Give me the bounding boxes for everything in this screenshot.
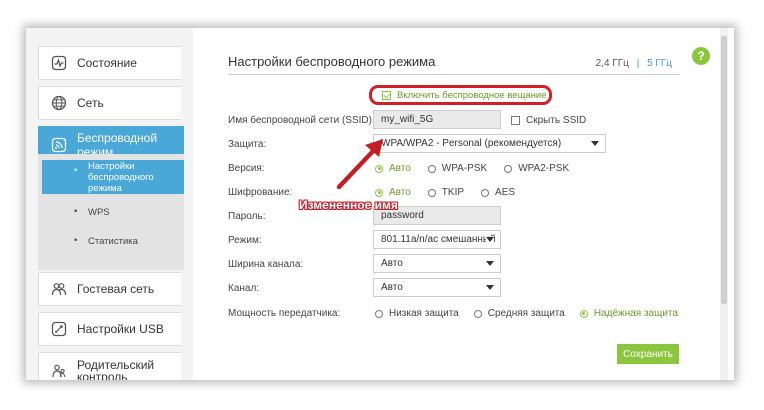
radio[interactable] bbox=[473, 309, 482, 318]
annotation-label: Измененное имя bbox=[299, 198, 398, 212]
divider bbox=[228, 74, 679, 75]
channel-width-value: Авто bbox=[381, 258, 403, 269]
sidebar-subitem-label: Настройки беспроводного режима bbox=[88, 161, 154, 194]
version-label: Версия: bbox=[228, 163, 265, 174]
sidebar-item-label: Настройки USB bbox=[77, 322, 164, 336]
radio[interactable] bbox=[481, 188, 490, 197]
sidebar-subitem-wps[interactable]: • WPS bbox=[42, 206, 184, 220]
main-content: Настройки беспроводного режима 2,4 ГГц |… bbox=[193, 28, 734, 380]
sidebar-item-network[interactable]: Сеть bbox=[38, 86, 181, 120]
channel-select[interactable]: Авто bbox=[373, 278, 501, 297]
band-separator: | bbox=[636, 58, 640, 69]
scrollbar[interactable] bbox=[720, 28, 728, 380]
radio[interactable] bbox=[427, 164, 436, 173]
sidebar-subitem-statistics[interactable]: • Статистика bbox=[42, 235, 184, 249]
mode-select[interactable]: 801.11a/n/ac смешанный bbox=[373, 230, 501, 249]
sidebar-item-label: Родительский контроль bbox=[77, 358, 155, 380]
bullet: • bbox=[74, 235, 78, 246]
channel-label: Канал: bbox=[228, 283, 260, 294]
broadcast-checkbox[interactable] bbox=[382, 90, 391, 100]
channel-width-select[interactable]: Авто bbox=[373, 254, 501, 273]
channel-width-label: Ширина канала: bbox=[228, 259, 304, 270]
radio[interactable] bbox=[427, 188, 436, 197]
bullet: • bbox=[74, 165, 78, 176]
chevron-down-icon bbox=[486, 237, 494, 242]
band-24ghz[interactable]: 2,4 ГГц bbox=[596, 58, 629, 69]
option-label: AES bbox=[495, 187, 516, 198]
wireless-submenu: • Настройки беспроводного режима • WPS •… bbox=[38, 154, 184, 270]
channel-value: Авто bbox=[381, 282, 403, 293]
sidebar-item-status[interactable]: Состояние bbox=[38, 46, 181, 80]
sidebar-subitem-label: Статистика bbox=[88, 236, 138, 247]
band-5ghz[interactable]: 5 ГГц bbox=[647, 58, 672, 69]
option-label: WPA-PSK bbox=[441, 163, 488, 174]
hide-ssid-checkbox[interactable] bbox=[511, 116, 520, 125]
sidebar-subitem-wireless-settings[interactable]: • Настройки беспроводного режима bbox=[42, 160, 184, 194]
wifi-icon bbox=[51, 137, 67, 153]
hide-ssid-option: Скрыть SSID bbox=[511, 115, 586, 126]
radio-selected[interactable] bbox=[579, 309, 588, 318]
option-label: WPA2-PSK bbox=[518, 163, 570, 174]
encryption-option-tkip[interactable]: TKIP bbox=[427, 187, 465, 198]
chevron-down-icon bbox=[486, 261, 494, 266]
option-label: Надёжная защита bbox=[593, 308, 678, 319]
chevron-down-icon bbox=[591, 141, 599, 146]
ssid-label: Имя беспроводной сети (SSID): bbox=[228, 115, 375, 126]
usb-icon bbox=[51, 321, 67, 337]
guests-icon bbox=[51, 281, 67, 297]
encryption-label: Шифрование: bbox=[228, 187, 293, 198]
option-label: Средняя защита bbox=[487, 308, 565, 319]
sidebar-item-usb[interactable]: Настройки USB bbox=[38, 312, 181, 346]
mode-label: Режим: bbox=[228, 235, 262, 246]
band-selector: 2,4 ГГц | 5 ГГц bbox=[596, 58, 672, 69]
sidebar: Состояние Сеть Беспроводной режим • Наст… bbox=[38, 40, 212, 380]
sidebar-item-label: Состояние bbox=[77, 56, 137, 70]
tx-power-radio-group: Низкая защита Средняя защита Надёжная за… bbox=[375, 308, 678, 319]
encryption-option-aes[interactable]: AES bbox=[481, 187, 515, 198]
sidebar-subitem-label: WPS bbox=[88, 207, 110, 218]
save-button[interactable]: Сохранить bbox=[617, 344, 679, 364]
status-icon bbox=[51, 55, 67, 71]
option-label: Низкая защита bbox=[389, 308, 459, 319]
radio[interactable] bbox=[375, 309, 383, 318]
security-select[interactable]: WPA/WPA2 - Personal (рекомендуется) bbox=[373, 134, 606, 153]
help-button[interactable]: ? bbox=[692, 47, 710, 65]
tx-power-option-low[interactable]: Низкая защита bbox=[375, 308, 459, 319]
router-window: Состояние Сеть Беспроводной режим • Наст… bbox=[26, 28, 734, 380]
mode-value: 801.11a/n/ac смешанный bbox=[381, 234, 496, 245]
tx-power-label: Мощность передатчика: bbox=[228, 308, 341, 319]
hide-ssid-label: Скрыть SSID bbox=[526, 115, 587, 126]
parental-icon bbox=[51, 363, 67, 379]
sidebar-item-guest-network[interactable]: Гостевая сеть bbox=[38, 272, 181, 306]
version-option-wpa2-psk[interactable]: WPA2-PSK bbox=[504, 163, 569, 174]
annotation-arrow bbox=[336, 139, 383, 190]
tx-power-option-high[interactable]: Надёжная защита bbox=[579, 308, 678, 319]
password-label: Пароль: bbox=[228, 211, 266, 222]
broadcast-label: Включить беспроводное вещание bbox=[397, 89, 547, 101]
security-value: WPA/WPA2 - Personal (рекомендуется) bbox=[381, 138, 562, 149]
page-title: Настройки беспроводного режима bbox=[228, 54, 436, 69]
tx-power-option-medium[interactable]: Средняя защита bbox=[473, 308, 565, 319]
radio[interactable] bbox=[504, 164, 513, 173]
version-radio-group: Авто WPA-PSK WPA2-PSK bbox=[375, 163, 569, 174]
bullet: • bbox=[74, 206, 78, 217]
version-option-wpa-psk[interactable]: WPA-PSK bbox=[427, 163, 488, 174]
scrollbar-thumb[interactable] bbox=[721, 36, 727, 304]
security-label: Защита: bbox=[228, 139, 267, 150]
sidebar-item-label: Гостевая сеть bbox=[77, 282, 155, 296]
option-label: TKIP bbox=[441, 187, 465, 198]
globe-icon bbox=[51, 95, 67, 111]
broadcast-highlight: Включить беспроводное вещание bbox=[369, 85, 552, 105]
sidebar-item-parental-control[interactable]: Родительский контроль bbox=[38, 352, 181, 380]
ssid-input[interactable]: my_wifi_5G bbox=[373, 110, 501, 129]
chevron-down-icon bbox=[486, 285, 494, 290]
sidebar-item-label: Сеть bbox=[77, 96, 104, 110]
encryption-radio-group: Авто TKIP AES bbox=[375, 187, 515, 198]
